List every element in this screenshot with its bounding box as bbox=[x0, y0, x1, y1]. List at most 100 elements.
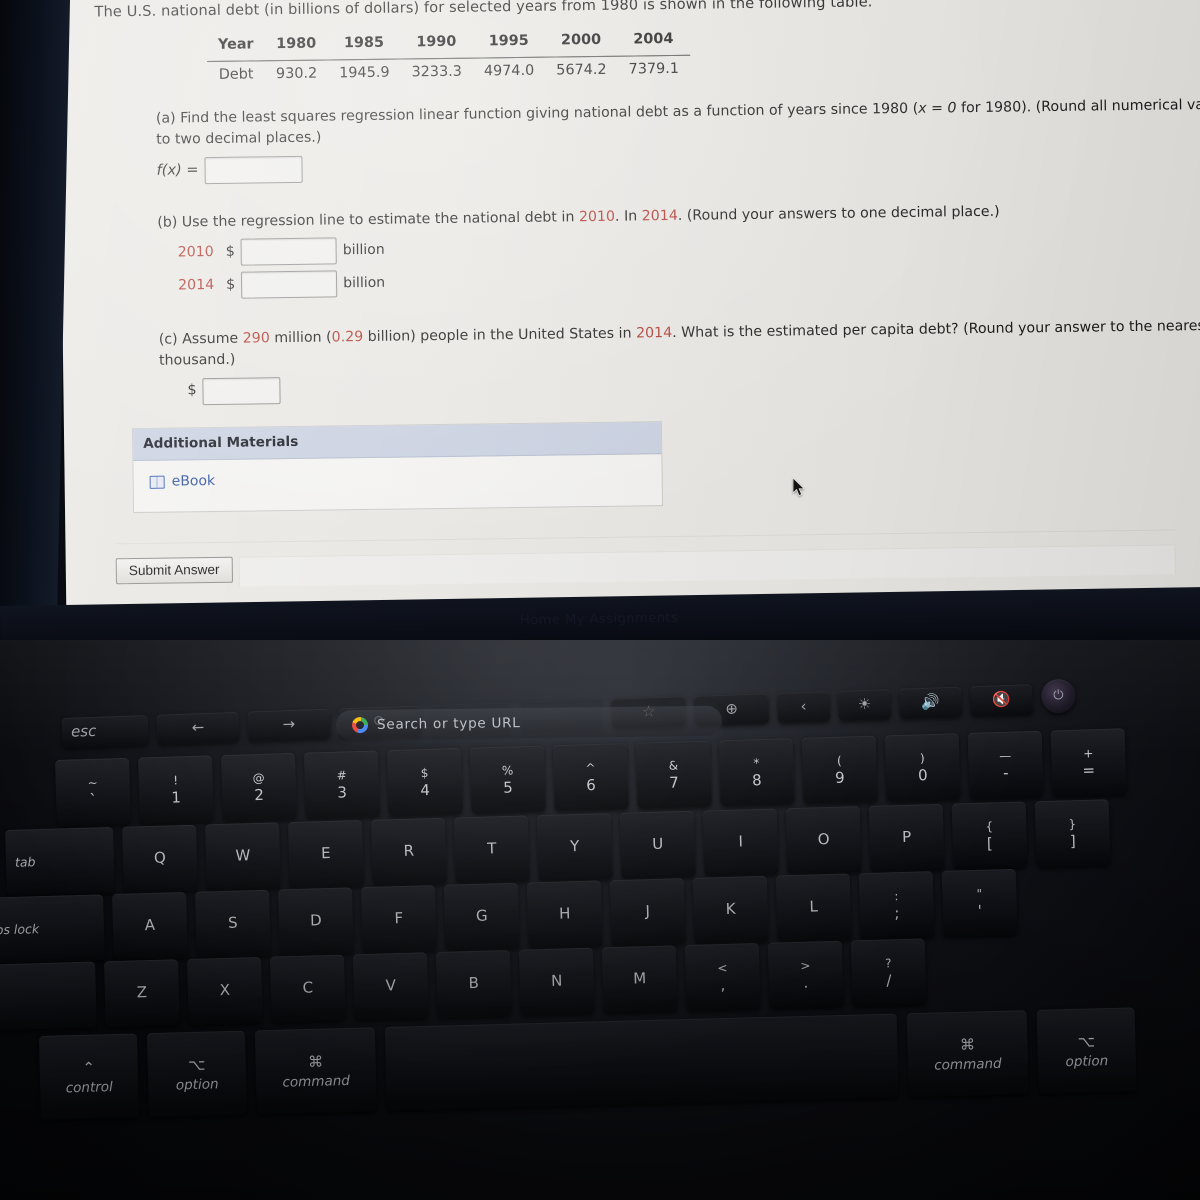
key-7[interactable]: & 7 bbox=[635, 740, 712, 809]
key-period[interactable]: >. bbox=[767, 940, 844, 1009]
debt-2014-input[interactable] bbox=[241, 270, 338, 299]
part-b-year-2014: 2014 bbox=[641, 207, 678, 225]
key-g[interactable]: G bbox=[443, 882, 520, 951]
key-bracket-right[interactable]: }] bbox=[1034, 799, 1111, 868]
key-equals[interactable]: + = bbox=[1050, 728, 1127, 797]
key-f[interactable]: F bbox=[360, 885, 437, 954]
key-r[interactable]: R bbox=[370, 817, 447, 886]
key-p[interactable]: P bbox=[868, 803, 945, 872]
key-space[interactable] bbox=[384, 1013, 899, 1111]
key-volume-up[interactable]: 🔊 bbox=[899, 686, 963, 719]
key-x[interactable]: X bbox=[186, 956, 263, 1025]
key-brightness-up[interactable]: ☀ bbox=[838, 689, 892, 721]
table-year-2004: 2004 bbox=[633, 30, 674, 48]
key-k[interactable]: K bbox=[692, 875, 769, 944]
key-volume-mute[interactable]: 🔇 bbox=[969, 684, 1034, 717]
key-option-right[interactable]: ⌥ option bbox=[1036, 1007, 1137, 1094]
key-b[interactable]: B bbox=[435, 949, 512, 1018]
key-9[interactable]: (9 bbox=[801, 735, 878, 804]
key-caps-lock[interactable]: caps lock bbox=[0, 894, 105, 964]
laptop-screen: The U.S. national debt (in billions of d… bbox=[0, 0, 1200, 640]
table-year-1990: 1990 bbox=[416, 33, 457, 51]
laptop-keyboard: Search or type URL esc ← → ⟳ ☆ ⊕ ‹ ☀ 🔊 🔇… bbox=[0, 632, 1200, 1200]
part-a-text: (a) Find the least squares regression li… bbox=[156, 95, 1200, 152]
key-2[interactable]: @2 bbox=[220, 752, 297, 822]
key-quote[interactable]: " ' bbox=[941, 868, 1018, 937]
omnibox-placeholder: Search or type URL bbox=[376, 715, 521, 733]
key-o[interactable]: O bbox=[785, 806, 862, 875]
part-a: (a) Find the least squares regression li… bbox=[156, 95, 1200, 185]
part-b-year-2010: 2010 bbox=[578, 208, 616, 225]
key-8[interactable]: * 8 bbox=[718, 738, 795, 807]
key-q[interactable]: Q bbox=[122, 824, 198, 893]
key-command-right[interactable]: ⌘ command bbox=[906, 1010, 1029, 1098]
key-power[interactable]: ⏻ bbox=[1040, 678, 1076, 714]
key-esc[interactable]: esc bbox=[61, 715, 149, 748]
part-c: (c) Assume 290 million (0.29 billion) pe… bbox=[159, 315, 1200, 405]
key-u[interactable]: U bbox=[619, 810, 696, 879]
key-backtick[interactable]: ~ ` bbox=[55, 757, 131, 826]
key-3[interactable]: #3 bbox=[303, 750, 380, 819]
google-g-icon bbox=[351, 716, 369, 734]
key-a[interactable]: A bbox=[112, 892, 188, 961]
part-c-year: 2014 bbox=[635, 324, 673, 342]
part-a-text-1: (a) Find the least squares regression li… bbox=[155, 100, 919, 127]
key-t[interactable]: T bbox=[453, 815, 530, 884]
key-option-left[interactable]: ⌥ option bbox=[146, 1030, 248, 1118]
part-c-text-3: billion) people in the United States in bbox=[363, 325, 637, 346]
part-c-population: 290 bbox=[242, 330, 270, 347]
key-4[interactable]: $4 bbox=[386, 747, 463, 817]
key-y[interactable]: Y bbox=[536, 813, 613, 882]
key-brightness-down[interactable]: ‹ bbox=[777, 691, 831, 724]
key-5[interactable]: % 5 bbox=[469, 745, 546, 814]
key-tab[interactable]: tab bbox=[5, 826, 115, 896]
part-a-x-equation: x = 0 bbox=[918, 100, 957, 117]
key-control[interactable]: ⌃ control bbox=[38, 1033, 140, 1120]
key-1[interactable]: ! 1 bbox=[137, 755, 214, 824]
key-v[interactable]: V bbox=[352, 952, 429, 1021]
key-bracket-left[interactable]: {[ bbox=[951, 801, 1028, 870]
fx-label: f(x) = bbox=[156, 161, 199, 179]
key-slash[interactable]: ? / bbox=[850, 938, 927, 1007]
key-m[interactable]: M bbox=[601, 945, 678, 1014]
key-browser-forward[interactable]: → bbox=[247, 708, 331, 742]
key-6[interactable]: ^ 6 bbox=[552, 743, 629, 812]
part-c-text-2: million ( bbox=[269, 329, 332, 347]
key-browser-back[interactable]: ← bbox=[156, 711, 240, 745]
part-b: (b) Use the regression line to estimate … bbox=[157, 198, 1200, 300]
cutoff-nav-text: Home My Assignments bbox=[519, 610, 679, 629]
submit-answer-button[interactable]: Submit Answer bbox=[115, 557, 233, 585]
table-debt-2000: 5674.2 bbox=[556, 61, 607, 78]
table-debt-1980: 930.2 bbox=[275, 65, 318, 82]
key-s[interactable]: S bbox=[194, 889, 271, 958]
per-capita-debt-input[interactable] bbox=[202, 376, 281, 405]
dollar-sign-percapita: $ bbox=[187, 382, 197, 399]
additional-materials-panel: Additional Materials eBook bbox=[131, 420, 664, 514]
fx-input[interactable] bbox=[204, 155, 303, 184]
browser-omnibox-reflection[interactable]: Search or type URL bbox=[335, 705, 723, 741]
key-z[interactable]: Z bbox=[104, 959, 180, 1028]
key-w[interactable]: W bbox=[205, 822, 281, 891]
webpage: The U.S. national debt (in billions of d… bbox=[58, 0, 1200, 640]
key-n[interactable]: N bbox=[518, 947, 595, 1016]
key-j[interactable]: J bbox=[609, 878, 686, 947]
key-e[interactable]: E bbox=[287, 820, 364, 889]
key-c[interactable]: C bbox=[269, 954, 346, 1023]
key-d[interactable]: D bbox=[277, 887, 354, 956]
ebook-link[interactable]: eBook bbox=[149, 471, 216, 493]
debt-2010-input[interactable] bbox=[240, 237, 337, 266]
unit-label-2010: billion bbox=[342, 241, 385, 259]
screenshot-root: The U.S. national debt (in billions of d… bbox=[0, 0, 1200, 1200]
key-semicolon[interactable]: :; bbox=[858, 871, 935, 940]
key-i[interactable]: I bbox=[702, 808, 779, 877]
key-comma[interactable]: <, bbox=[684, 943, 761, 1012]
key-command-left[interactable]: ⌘ command bbox=[254, 1027, 377, 1115]
question-intro: The U.S. national debt (in billions of d… bbox=[94, 0, 873, 21]
key-shift-left[interactable]: ift bbox=[0, 961, 97, 1032]
key-h[interactable]: H bbox=[526, 880, 603, 949]
ebook-link-label: eBook bbox=[171, 472, 216, 490]
key-minus[interactable]: — - bbox=[967, 730, 1044, 799]
key-l[interactable]: L bbox=[775, 873, 852, 942]
table-rowlabel-year: Year bbox=[217, 36, 254, 53]
key-0[interactable]: ) 0 bbox=[884, 733, 961, 802]
